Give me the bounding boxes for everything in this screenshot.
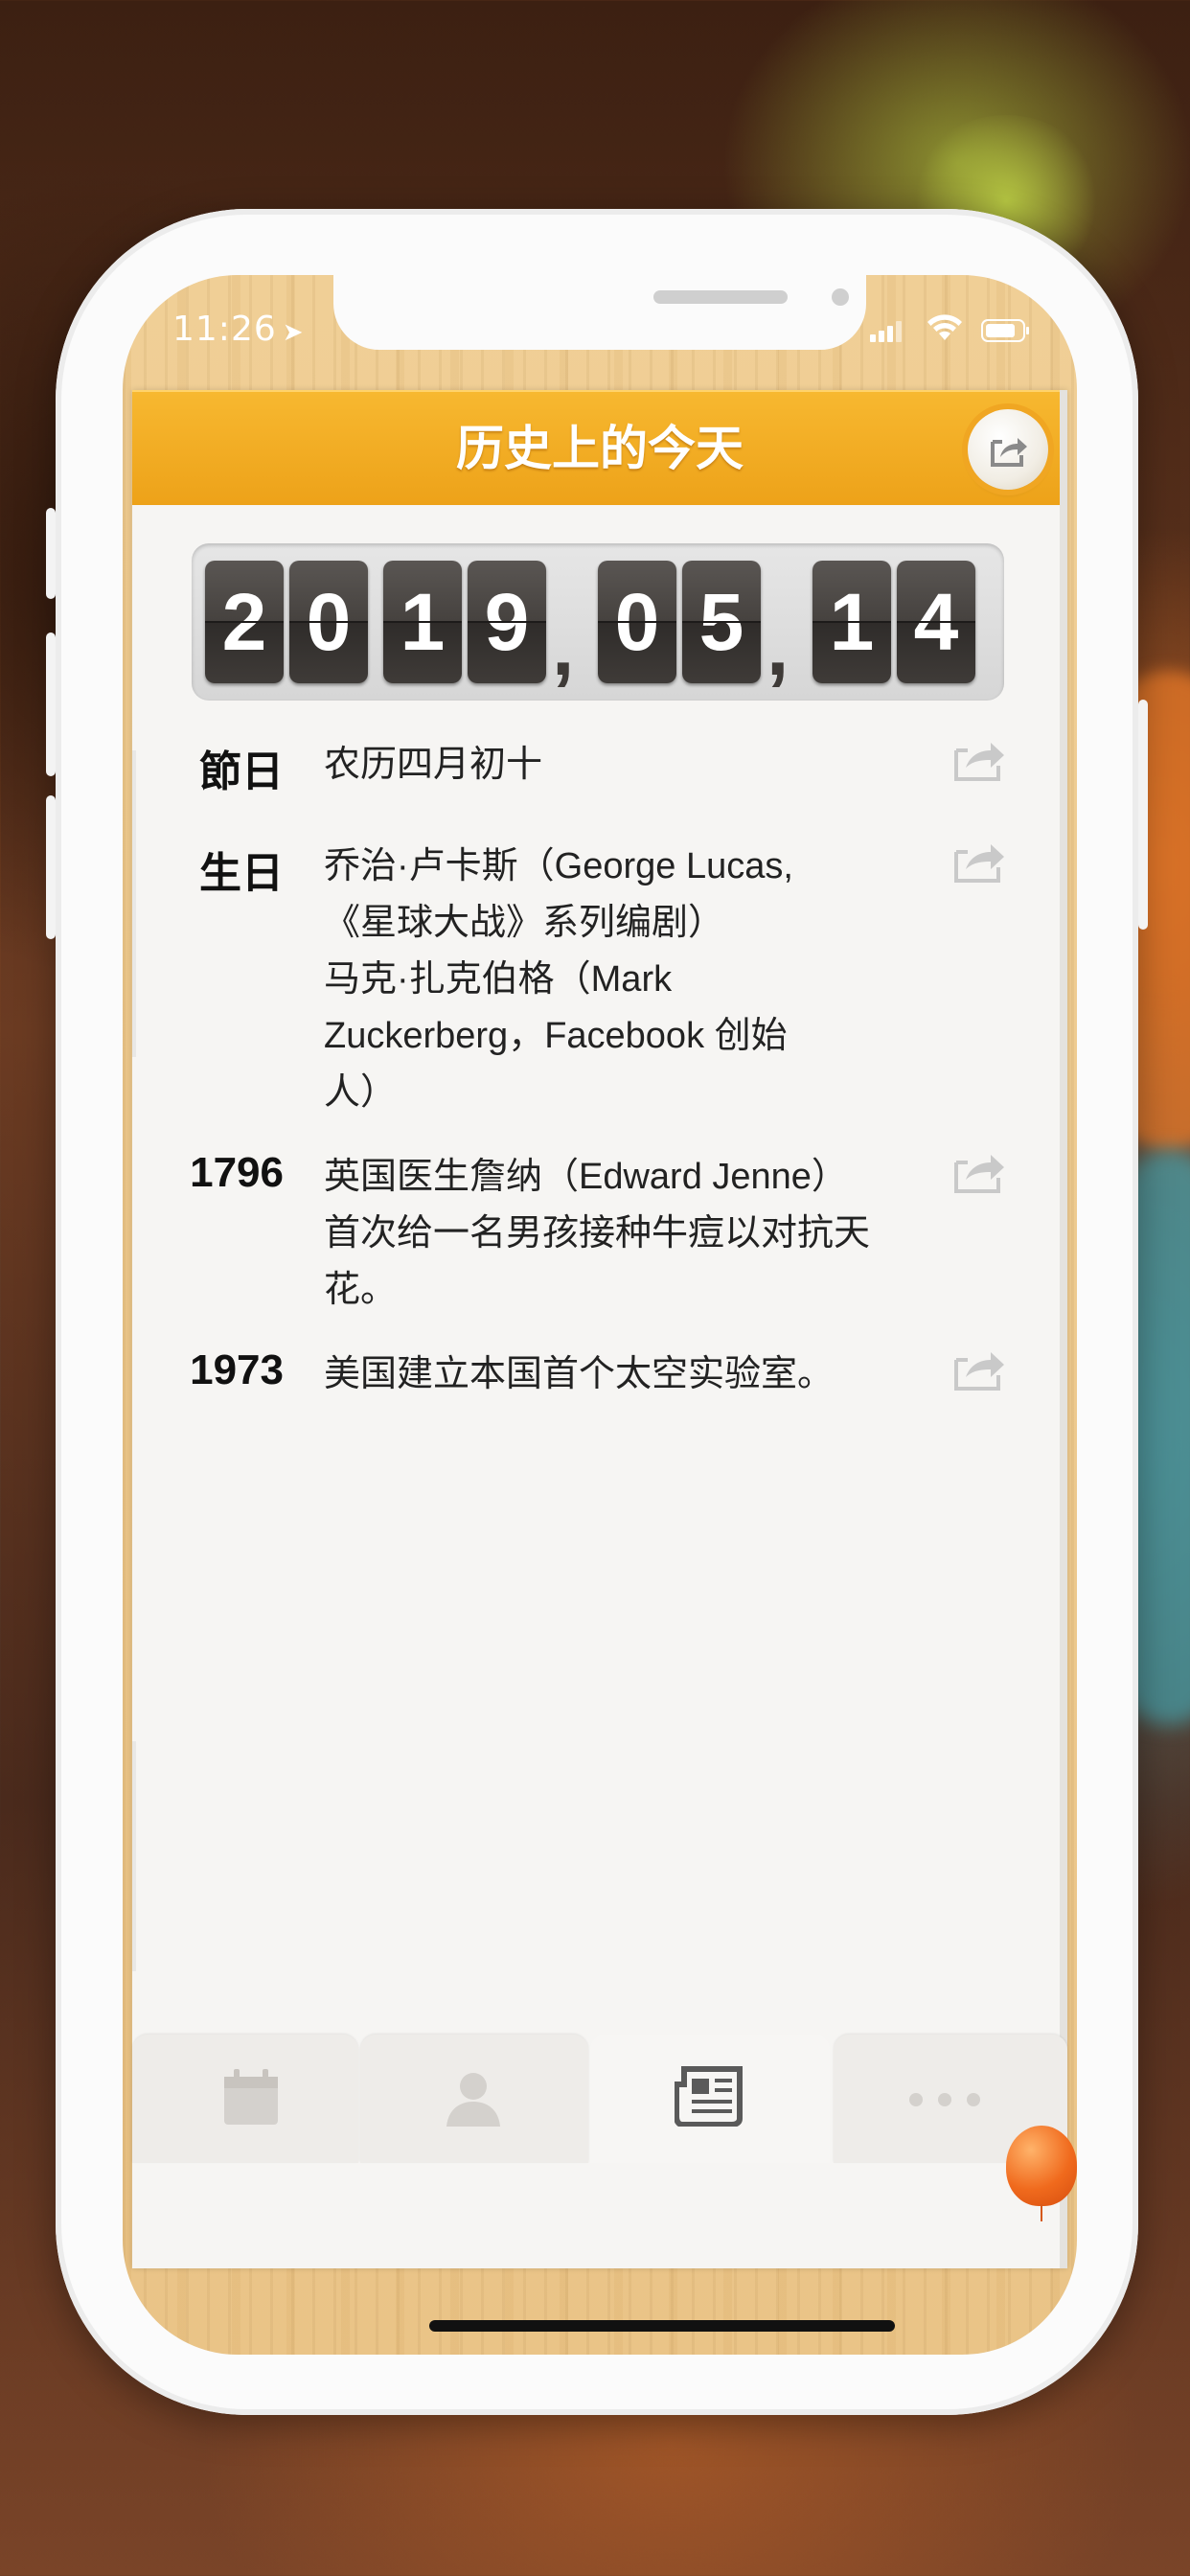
side-button — [46, 508, 56, 599]
year-digit: 9 — [468, 561, 546, 683]
date-separator: , — [552, 602, 575, 692]
day-digit: 4 — [897, 561, 975, 683]
event-line: 人） — [324, 1072, 398, 1113]
home-indicator — [429, 2320, 895, 2332]
event-text: 英国医生詹纳（Edward Jenne） 首次给一名男孩接种牛痘以对抗天 花。 — [324, 1149, 908, 1319]
side-button — [1138, 700, 1148, 930]
event-line: 英国医生詹纳（Edward Jenne） — [324, 1157, 848, 1197]
share-icon — [991, 438, 1027, 467]
status-time: 11:26 ➤ — [172, 310, 305, 349]
header-share-button[interactable] — [968, 409, 1048, 490]
event-label: 節日 — [199, 748, 284, 795]
share-icon[interactable] — [952, 835, 1008, 885]
side-button — [46, 795, 56, 939]
notch — [333, 275, 866, 350]
signal-icon — [870, 321, 904, 342]
newspaper-icon — [675, 2066, 743, 2127]
year-digit: 1 — [383, 561, 462, 683]
camera — [832, 288, 849, 306]
event-line: 美国建立本国首个太空实验室。 — [324, 1354, 835, 1394]
speaker — [653, 290, 788, 304]
tab-person[interactable] — [360, 2035, 588, 2163]
share-icon[interactable] — [952, 1343, 1008, 1392]
event-line: Zuckerberg，Facebook 创始 — [324, 1016, 788, 1056]
event-text: 农历四月初十 — [324, 737, 908, 794]
month-digit: 5 — [682, 561, 761, 683]
balloon-icon[interactable] — [1006, 2126, 1077, 2206]
event-text: 美国建立本国首个太空实验室。 — [324, 1346, 908, 1403]
tab-news[interactable] — [590, 2035, 830, 2163]
balloon-string — [1041, 2204, 1042, 2221]
event-line: 《星球大战》系列编剧） — [324, 903, 725, 943]
share-icon[interactable] — [952, 733, 1008, 783]
event-label: 生日 — [199, 850, 284, 897]
scroll-indicator — [132, 1741, 136, 1971]
month-digit: 0 — [598, 561, 676, 683]
date-flip-display: 2 0 1 9 , 0 5 , 1 4 — [192, 543, 1004, 701]
event-line: 马克·扎克伯格（Mark — [324, 959, 673, 1000]
app-card: 历史上的今天 2 0 1 9 , 0 5 , 1 4 節日 农历四月初十 生日 … — [132, 390, 1067, 2268]
header-bar: 历史上的今天 — [132, 390, 1067, 505]
wifi-icon — [927, 314, 962, 340]
day-digit: 1 — [812, 561, 891, 683]
battery-icon — [981, 319, 1029, 342]
event-label: 1796 — [190, 1149, 284, 1196]
date-separator: , — [767, 602, 790, 692]
calendar-icon — [224, 2069, 278, 2125]
share-icon[interactable] — [952, 1145, 1008, 1195]
year-digit: 0 — [289, 561, 368, 683]
person-icon — [446, 2073, 500, 2127]
event-line: 乔治·卢卡斯（George Lucas, — [324, 846, 793, 886]
page-title: 历史上的今天 — [456, 421, 744, 476]
event-line: 农历四月初十 — [324, 745, 543, 785]
screen: 11:26 ➤ 历史上的今天 2 0 1 9 , 0 5 , 1 4 節日 农历… — [123, 275, 1077, 2355]
event-text: 乔治·卢卡斯（George Lucas, 《星球大战》系列编剧） 马克·扎克伯格… — [324, 839, 908, 1121]
event-line: 花。 — [324, 1270, 398, 1310]
event-line: 首次给一名男孩接种牛痘以对抗天 — [324, 1213, 871, 1254]
location-icon: ➤ — [282, 318, 305, 347]
year-digit: 2 — [205, 561, 284, 683]
more-icon — [909, 2093, 980, 2106]
tab-calendar[interactable] — [132, 2035, 358, 2163]
clock-text: 11:26 — [172, 310, 277, 349]
event-label: 1973 — [190, 1346, 284, 1393]
page-edge — [1060, 390, 1067, 2268]
tab-bar — [132, 2035, 1067, 2163]
side-button — [46, 632, 56, 776]
